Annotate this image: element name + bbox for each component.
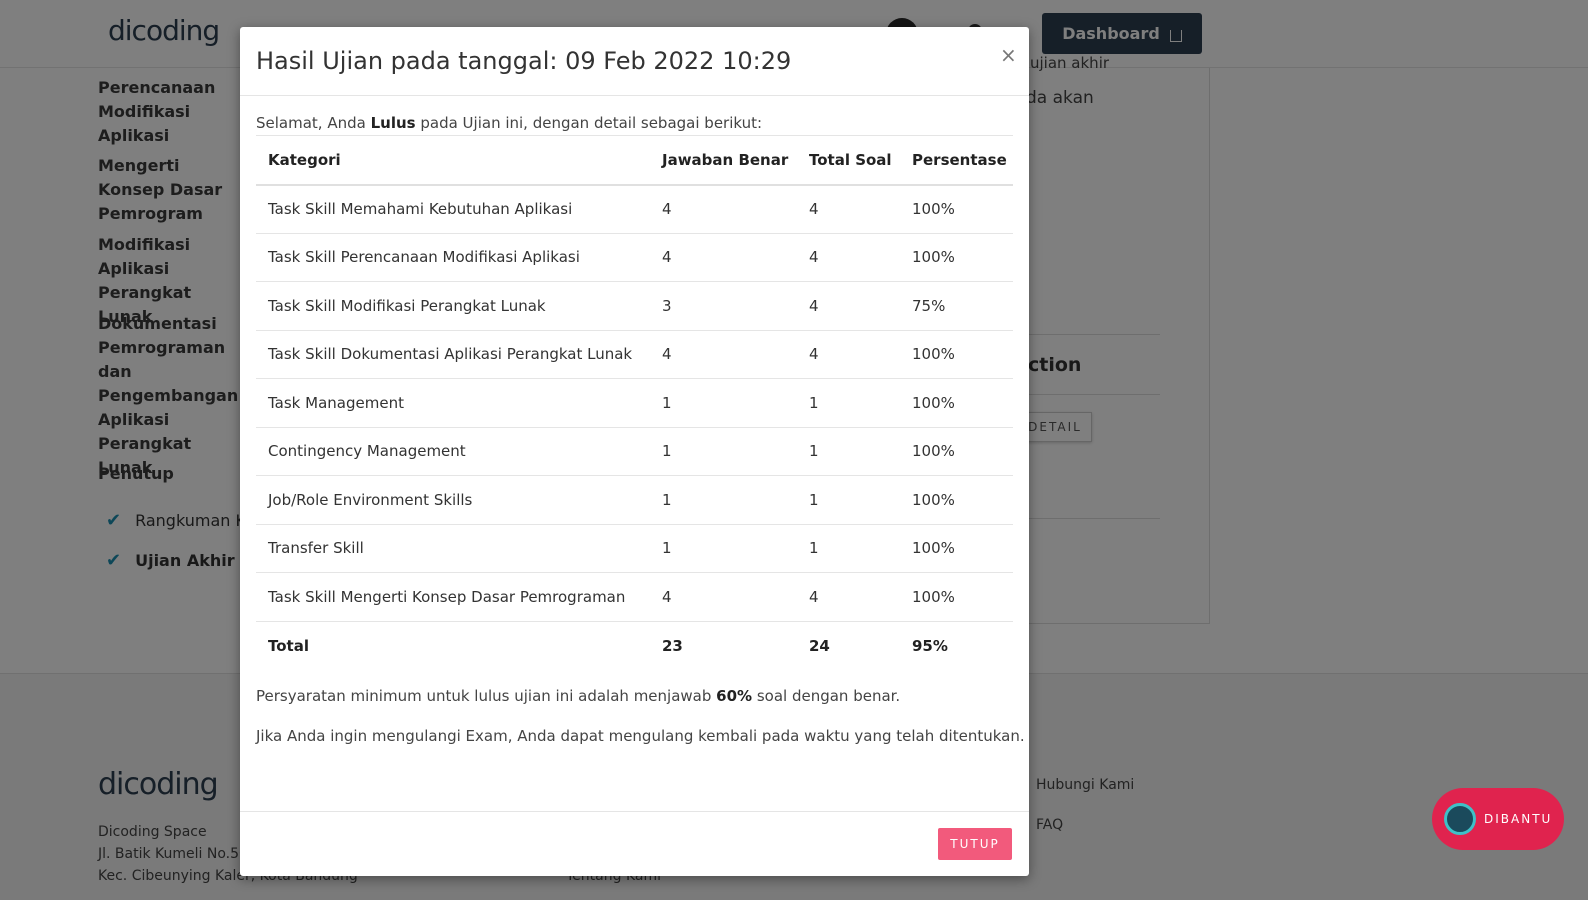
pass-requirement: Persyaratan minimum untuk lulus ujian in… [256, 687, 901, 705]
cell-total-label: Total [256, 620, 650, 670]
modal-title: Hasil Ujian pada tanggal: 09 Feb 2022 10… [256, 47, 792, 75]
cell-total: 4 [797, 329, 900, 379]
modal-header: Hasil Ujian pada tanggal: 09 Feb 2022 10… [240, 27, 1029, 96]
cell-benar: 4 [650, 329, 797, 379]
cell-persen: 100% [900, 572, 1013, 621]
cell-kategori: Contingency Management [256, 426, 650, 476]
cell-persen: 100% [900, 523, 1013, 573]
cell-kategori: Task Skill Dokumentasi Aplikasi Perangka… [256, 329, 650, 379]
col-total-soal: Total Soal [797, 135, 900, 186]
table-row: Contingency Management 1 1 100% [256, 426, 1013, 476]
cell-persen: 100% [900, 184, 1013, 233]
col-kategori: Kategori [256, 135, 650, 186]
cell-benar: 4 [650, 572, 797, 621]
cell-benar: 4 [650, 184, 797, 233]
cell-total-benar: 23 [650, 620, 797, 670]
cell-benar: 1 [650, 426, 797, 476]
col-jawaban-benar: Jawaban Benar [650, 135, 797, 186]
table-row: Task Management 1 1 100% [256, 378, 1013, 427]
cell-total-persen: 95% [900, 620, 1013, 670]
cell-total: 1 [797, 475, 900, 524]
tutup-button[interactable]: TUTUP [938, 828, 1012, 860]
cell-persen: 100% [900, 329, 1013, 379]
cell-total: 4 [797, 572, 900, 621]
close-icon[interactable]: × [1000, 43, 1017, 67]
table-header-row: Kategori Jawaban Benar Total Soal Persen… [256, 135, 1013, 186]
cell-persen: 75% [900, 281, 1013, 330]
result-intro: Selamat, Anda Lulus pada Ujian ini, deng… [256, 114, 763, 132]
modal-footer: TUTUP [240, 811, 1029, 876]
cell-benar: 1 [650, 523, 797, 573]
chatbot-icon [1444, 803, 1476, 835]
cell-benar: 4 [650, 232, 797, 282]
table-row: Transfer Skill 1 1 100% [256, 523, 1013, 573]
requirement-value: 60% [716, 687, 753, 705]
cell-kategori: Task Skill Modifikasi Perangkat Lunak [256, 281, 650, 330]
cell-total: 1 [797, 523, 900, 573]
cell-kategori: Task Skill Memahami Kebutuhan Aplikasi [256, 184, 650, 233]
cell-benar: 1 [650, 378, 797, 427]
result-table: Kategori Jawaban Benar Total Soal Persen… [256, 135, 1013, 670]
retry-info: Jika Anda ingin mengulangi Exam, Anda da… [256, 727, 1025, 745]
exam-result-modal: Hasil Ujian pada tanggal: 09 Feb 2022 10… [240, 27, 1029, 876]
table-row: Task Skill Perencanaan Modifikasi Aplika… [256, 232, 1013, 282]
cell-persen: 100% [900, 426, 1013, 476]
cell-kategori: Task Management [256, 378, 650, 427]
col-persentase: Persentase [900, 135, 1013, 186]
cell-kategori: Task Skill Perencanaan Modifikasi Aplika… [256, 232, 650, 282]
cell-kategori: Task Skill Mengerti Konsep Dasar Pemrogr… [256, 572, 650, 621]
cell-persen: 100% [900, 475, 1013, 524]
table-row: Task Skill Mengerti Konsep Dasar Pemrogr… [256, 572, 1013, 621]
cell-persen: 100% [900, 232, 1013, 282]
help-label: DIBANTU [1484, 812, 1553, 826]
cell-total: 4 [797, 281, 900, 330]
table-row: Task Skill Modifikasi Perangkat Lunak 3 4 7… [256, 281, 1013, 330]
cell-total: 4 [797, 232, 900, 282]
table-row: Task Skill Memahami Kebutuhan Aplikasi 4 4… [256, 184, 1013, 233]
help-chat-button[interactable]: DIBANTU [1432, 788, 1564, 850]
cell-total: 1 [797, 378, 900, 427]
cell-kategori: Transfer Skill [256, 523, 650, 573]
cell-total: 4 [797, 184, 900, 233]
cell-total: 1 [797, 426, 900, 476]
cell-persen: 100% [900, 378, 1013, 427]
table-total-row: Total 23 24 95% [256, 620, 1013, 670]
table-row: Job/Role Environment Skills 1 1 100% [256, 475, 1013, 524]
cell-kategori: Job/Role Environment Skills [256, 475, 650, 524]
cell-benar: 3 [650, 281, 797, 330]
cell-total-soal: 24 [797, 620, 900, 670]
pass-status: Lulus [370, 114, 416, 132]
cell-benar: 1 [650, 475, 797, 524]
table-row: Task Skill Dokumentasi Aplikasi Perangka… [256, 329, 1013, 379]
